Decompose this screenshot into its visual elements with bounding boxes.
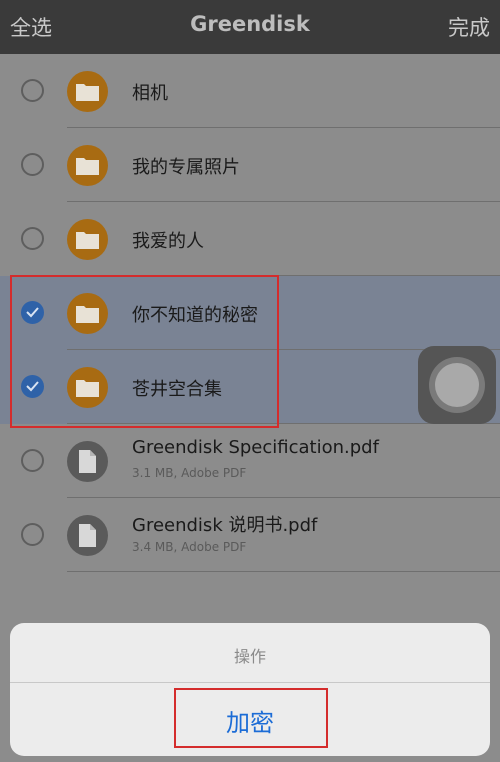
item-name: 我爱的人 (132, 231, 204, 252)
select-radio[interactable] (21, 523, 44, 546)
navigation-bar: 全选 Greendisk 完成 (0, 0, 500, 54)
checked-radio[interactable] (21, 375, 44, 398)
done-button[interactable]: 完成 (448, 12, 490, 42)
select-radio[interactable] (21, 449, 44, 472)
checked-radio[interactable] (21, 301, 44, 324)
folder-icon (67, 219, 108, 260)
list-item[interactable]: 你不知道的秘密 (0, 276, 500, 350)
item-name: 苍井空合集 (132, 379, 222, 400)
item-name: Greendisk Specification.pdf (132, 437, 379, 458)
action-sheet-title: 操作 (233, 647, 266, 666)
list-item[interactable]: 相机 (0, 54, 500, 128)
page-title: Greendisk (190, 12, 310, 36)
folder-icon (67, 293, 108, 334)
item-name: 相机 (132, 83, 168, 104)
list-item[interactable]: Greendisk Specification.pdf 3.1 MB, Adob… (0, 424, 500, 498)
item-name: Greendisk 说明书.pdf (132, 515, 318, 536)
file-list: 相机 我的专属照片 我爱的人 你不知道的秘密 苍井空合集 Greendisk S… (0, 54, 500, 572)
select-radio[interactable] (21, 227, 44, 250)
document-icon (67, 515, 108, 556)
list-item[interactable]: 我的专属照片 (0, 128, 500, 202)
document-icon (67, 441, 108, 482)
separator (67, 571, 500, 572)
folder-icon (67, 367, 108, 408)
item-name: 你不知道的秘密 (132, 305, 258, 326)
assistive-touch-button[interactable] (418, 346, 496, 424)
action-sheet: 操作 加密 (10, 623, 490, 756)
item-meta: 3.1 MB, Adobe PDF (132, 466, 247, 480)
folder-icon (67, 145, 108, 186)
list-item[interactable]: Greendisk 说明书.pdf 3.4 MB, Adobe PDF (0, 498, 500, 572)
folder-icon (67, 71, 108, 112)
item-name: 我的专属照片 (132, 157, 240, 178)
select-radio[interactable] (21, 153, 44, 176)
list-item[interactable]: 我爱的人 (0, 202, 500, 276)
separator (10, 682, 490, 683)
item-meta: 3.4 MB, Adobe PDF (132, 540, 247, 554)
encrypt-button[interactable]: 加密 (10, 703, 490, 738)
assistive-touch-dot (435, 363, 479, 407)
select-radio[interactable] (21, 79, 44, 102)
